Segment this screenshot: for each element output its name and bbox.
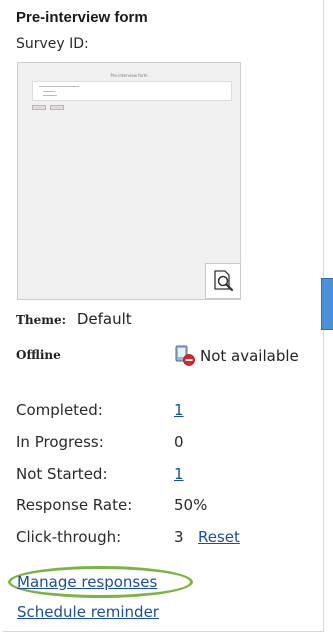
survey-id-label: Survey ID: <box>16 36 89 52</box>
in-progress-count: 0 <box>174 433 184 451</box>
response-rate-value: 50% <box>174 496 208 514</box>
not-started-count-link[interactable]: 1 <box>174 465 184 483</box>
offline-status: Not available <box>174 345 299 367</box>
magnifier-page-icon <box>214 270 234 292</box>
theme-row: Theme: Default <box>16 310 132 328</box>
offline-label: Offline <box>16 348 61 362</box>
preview-mini-title: Pre-interview form <box>110 73 148 78</box>
completed-label: Completed: <box>16 401 103 419</box>
schedule-reminder-link[interactable]: Schedule reminder <box>17 603 159 621</box>
side-expand-tab[interactable] <box>321 278 333 330</box>
preview-question-box <box>32 81 232 101</box>
click-through-label: Click-through: <box>16 528 122 546</box>
preview-button <box>32 105 46 110</box>
preview-line <box>43 95 57 96</box>
in-progress-label: In Progress: <box>16 433 104 451</box>
click-through-value: 3 <box>174 528 184 546</box>
theme-value: Default <box>76 310 132 328</box>
manage-responses-link[interactable]: Manage responses <box>17 573 157 591</box>
preview-line <box>43 91 55 92</box>
survey-title: Pre-interview form <box>16 9 148 26</box>
reset-link[interactable]: Reset <box>198 528 240 546</box>
response-rate-label: Response Rate: <box>16 496 133 514</box>
preview-line <box>39 86 79 87</box>
preview-zoom-button[interactable] <box>205 263 241 299</box>
offline-unavailable-icon <box>175 345 195 366</box>
completed-count-link[interactable]: 1 <box>174 401 184 419</box>
preview-button <box>50 105 64 110</box>
theme-label: Theme: <box>16 313 67 327</box>
not-started-label: Not Started: <box>16 465 108 483</box>
offline-value: Not available <box>200 347 299 365</box>
